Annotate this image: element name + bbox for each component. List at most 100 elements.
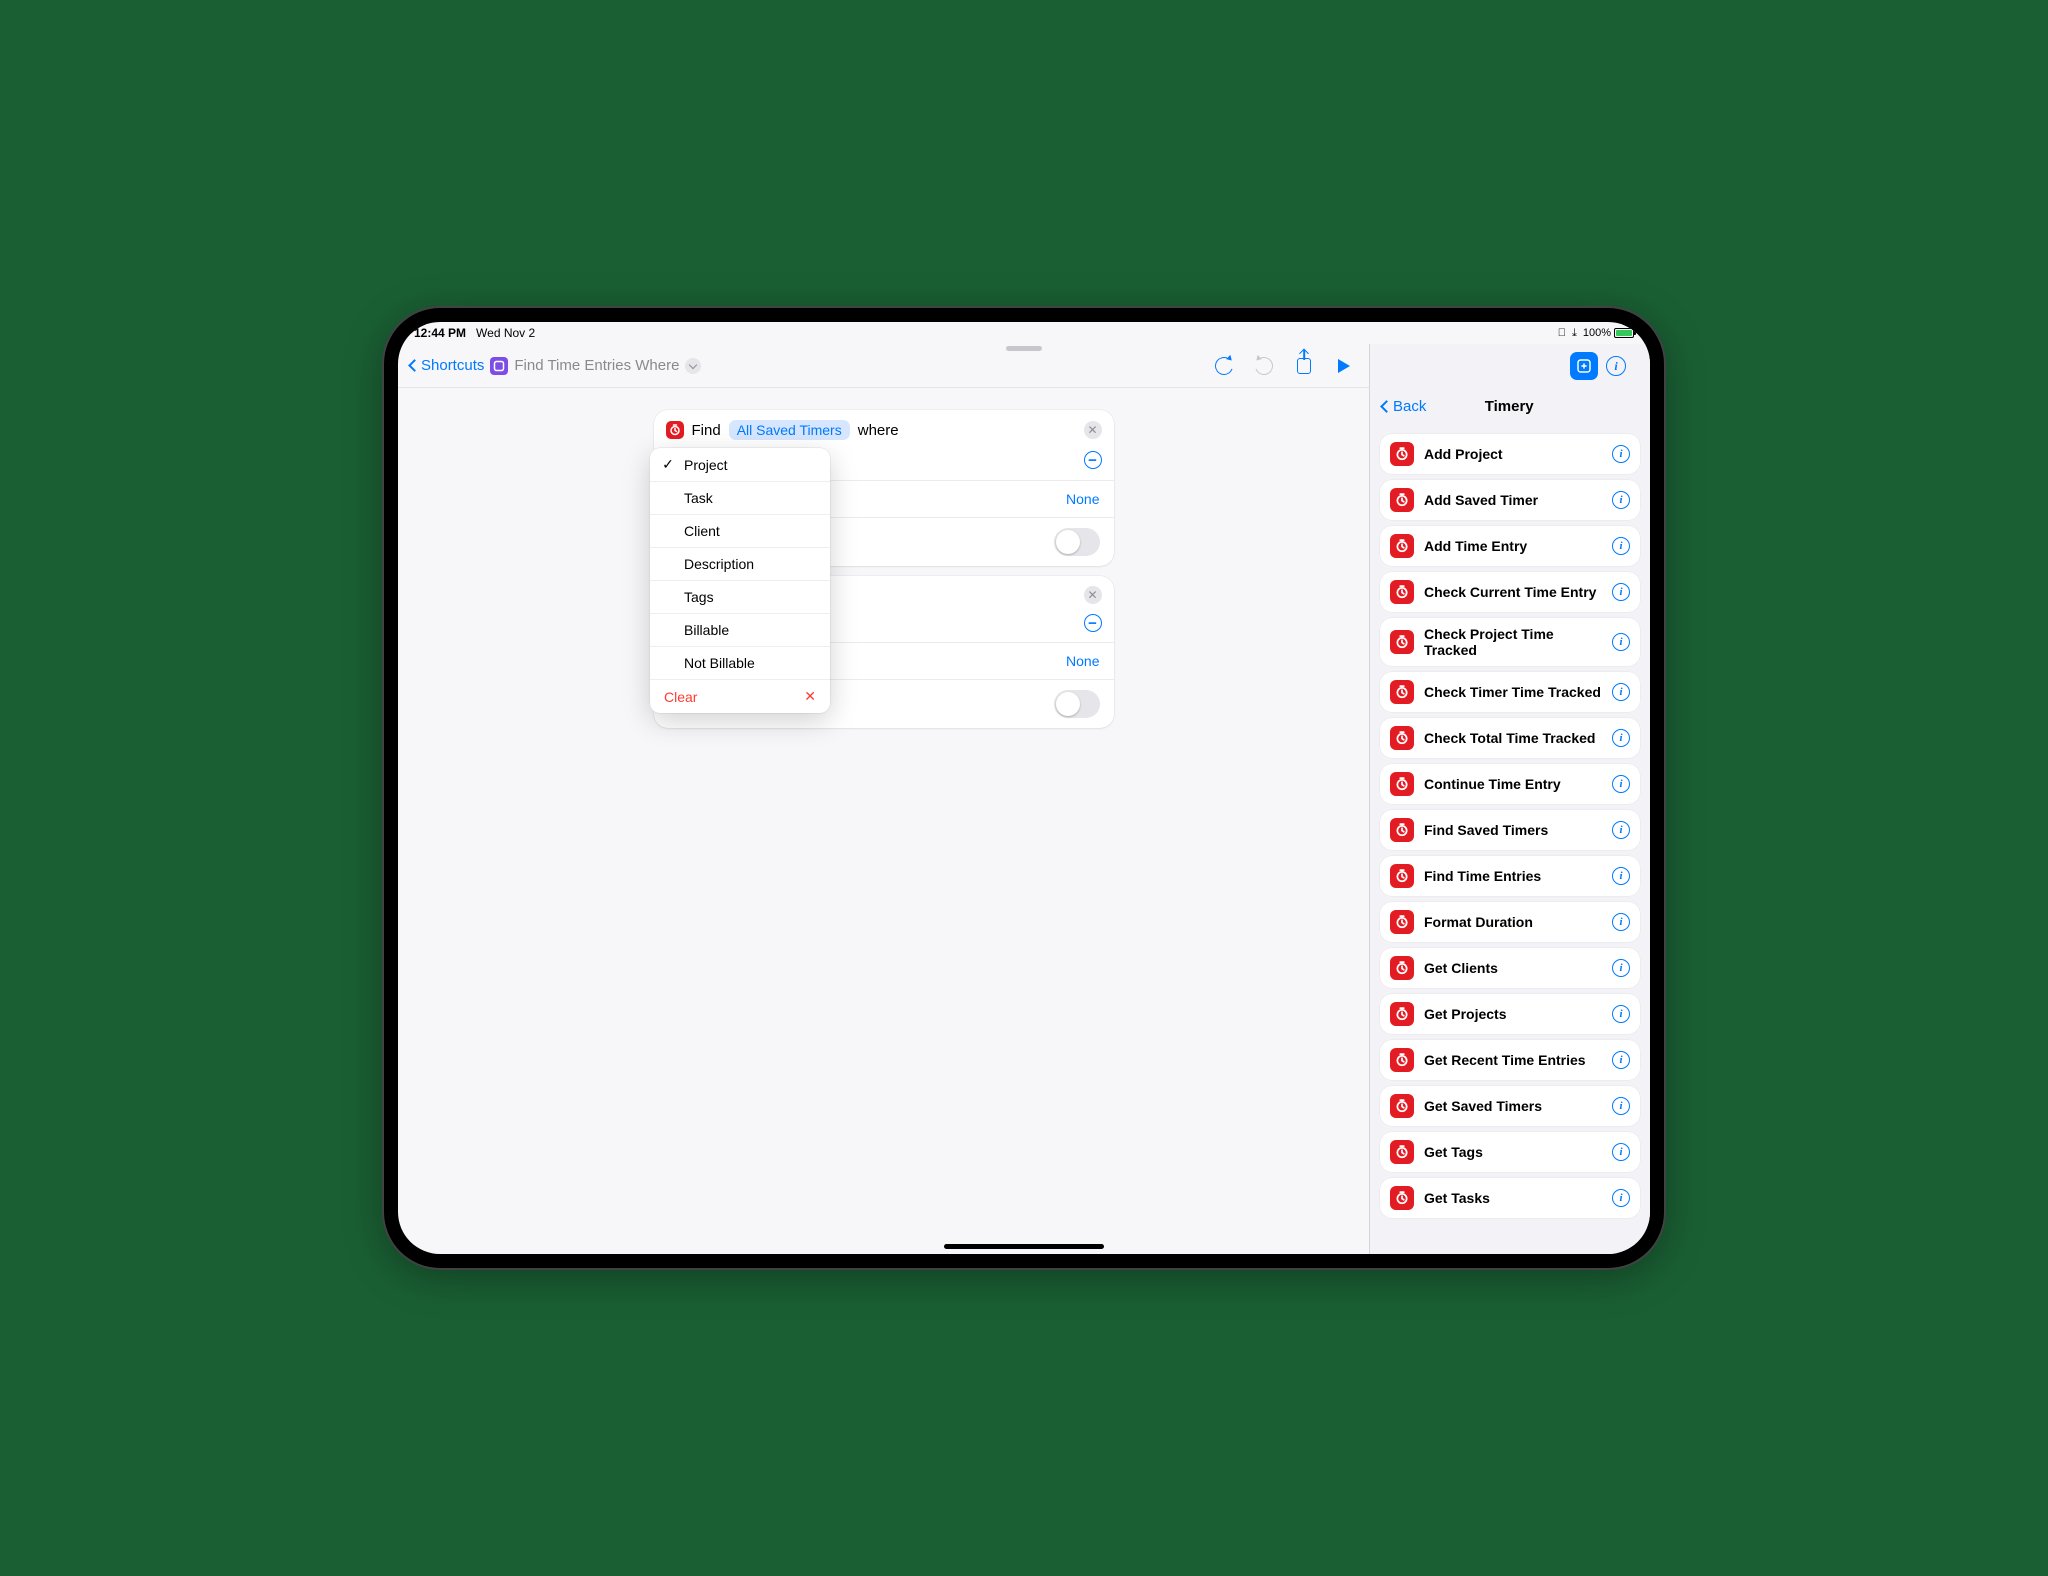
- run-button[interactable]: [1333, 355, 1355, 377]
- filter-subject-menu[interactable]: ✓ Project Task Client Description Tags Billabl…: [650, 448, 830, 713]
- sidebar-action[interactable]: Get Tagsi: [1380, 1132, 1640, 1172]
- sidebar-action[interactable]: Continue Time Entry i: [1380, 764, 1640, 804]
- action-info-button[interactable]: i: [1612, 491, 1630, 509]
- sidebar-action[interactable]: Check Timer Time Tracked i: [1380, 672, 1640, 712]
- menu-item[interactable]: Not Billable: [650, 646, 830, 679]
- chevron-down-icon: [685, 358, 701, 374]
- sidebar-action-label: Add Project: [1424, 446, 1602, 462]
- sidebar-action[interactable]: Add Project i: [1380, 434, 1640, 474]
- sidebar-action-label: Get Projects: [1424, 1006, 1602, 1022]
- sidebar-action-label: Continue Time Entry: [1424, 776, 1602, 792]
- back-button[interactable]: Shortcuts: [410, 357, 484, 374]
- remove-filter-button[interactable]: −: [1084, 614, 1102, 632]
- timery-icon: [1390, 1048, 1414, 1072]
- menu-item-label: Billable: [684, 622, 729, 638]
- multitask-pill[interactable]: [1006, 346, 1042, 351]
- remove-filter-button[interactable]: −: [1084, 451, 1102, 469]
- sidebar-action[interactable]: Get Projects i: [1380, 994, 1640, 1034]
- timery-icon: [1390, 442, 1414, 466]
- home-indicator[interactable]: [944, 1244, 1104, 1249]
- delete-action-button[interactable]: ✕: [1084, 586, 1102, 604]
- sidebar-action[interactable]: Add Saved Timer i: [1380, 480, 1640, 520]
- action-info-button[interactable]: i: [1612, 1189, 1630, 1207]
- sidebar-action-list[interactable]: Add ProjectiAdd Saved TimeriAdd Time Ent…: [1370, 424, 1650, 1254]
- sidebar-action-label: Get Saved Timers: [1424, 1098, 1602, 1114]
- action-info-button[interactable]: i: [1612, 683, 1630, 701]
- menu-clear[interactable]: Clear✕: [650, 679, 830, 713]
- action-info-button[interactable]: i: [1612, 821, 1630, 839]
- menu-item[interactable]: Description: [650, 547, 830, 580]
- sidebar-action[interactable]: Check Total Time Tracked i: [1380, 718, 1640, 758]
- timery-icon: [1390, 680, 1414, 704]
- action-info-button[interactable]: i: [1612, 729, 1630, 747]
- action-info-button[interactable]: i: [1612, 913, 1630, 931]
- check-icon: ✓: [662, 456, 674, 473]
- info-button[interactable]: i: [1606, 356, 1626, 376]
- menu-item-label: Project: [684, 457, 728, 473]
- timery-icon: [1390, 818, 1414, 842]
- sort-value[interactable]: None: [1066, 653, 1099, 669]
- undo-button[interactable]: [1213, 355, 1235, 377]
- limit-toggle[interactable]: [1054, 690, 1100, 718]
- sidebar-action[interactable]: Get Clientsi: [1380, 948, 1640, 988]
- sort-value[interactable]: None: [1066, 491, 1099, 507]
- action-info-button[interactable]: i: [1612, 775, 1630, 793]
- sidebar-action-label: Get Recent Time Entries: [1424, 1052, 1602, 1068]
- menu-item[interactable]: Task: [650, 481, 830, 514]
- sidebar-action-label: Check Total Time Tracked: [1424, 730, 1602, 746]
- sidebar-action[interactable]: Get Recent Time Entries i: [1380, 1040, 1640, 1080]
- menu-item-label: Tags: [684, 589, 714, 605]
- action-info-button[interactable]: i: [1612, 867, 1630, 885]
- sidebar-action[interactable]: Get Tasksi: [1380, 1178, 1640, 1218]
- menu-item-label: Task: [684, 490, 713, 506]
- shortcut-title[interactable]: Find Time Entries Where: [490, 357, 701, 375]
- limit-toggle[interactable]: [1054, 528, 1100, 556]
- sidebar-title: Timery: [1380, 398, 1638, 415]
- editor-pane: Shortcuts Find Time Entries Where: [398, 344, 1370, 1254]
- menu-item-label: Client: [684, 523, 720, 539]
- menu-clear-label: Clear: [664, 689, 697, 705]
- menu-item[interactable]: Tags: [650, 580, 830, 613]
- sidebar-action[interactable]: Add Time Entry i: [1380, 526, 1640, 566]
- action-info-button[interactable]: i: [1612, 537, 1630, 555]
- action-info-button[interactable]: i: [1612, 1143, 1630, 1161]
- chevron-left-icon: [408, 359, 421, 372]
- sidebar-action-label: Add Saved Timer: [1424, 492, 1602, 508]
- action-info-button[interactable]: i: [1612, 633, 1630, 651]
- sidebar-action-label: Check Timer Time Tracked: [1424, 684, 1602, 700]
- sidebar-action[interactable]: Find Time Entries i: [1380, 856, 1640, 896]
- sidebar-action[interactable]: Format Durationi: [1380, 902, 1640, 942]
- timery-icon: [1390, 534, 1414, 558]
- sidebar-action[interactable]: Get Saved Timers i: [1380, 1086, 1640, 1126]
- timery-icon: [1390, 910, 1414, 934]
- back-label: Shortcuts: [421, 357, 484, 374]
- battery-indicator: 100%: [1583, 327, 1634, 339]
- timery-icon: [1390, 956, 1414, 980]
- action-info-button[interactable]: i: [1612, 1051, 1630, 1069]
- action-verb: Find: [692, 422, 721, 439]
- menu-item[interactable]: Client: [650, 514, 830, 547]
- action-info-button[interactable]: i: [1612, 583, 1630, 601]
- share-button[interactable]: [1293, 355, 1315, 377]
- scope-chip[interactable]: All Saved Timers: [729, 420, 850, 440]
- add-action-button[interactable]: [1570, 352, 1598, 380]
- timery-icon: [1390, 580, 1414, 604]
- action-info-button[interactable]: i: [1612, 445, 1630, 463]
- sidebar-header: i: [1370, 344, 1650, 388]
- sidebar-action-label: Find Saved Timers: [1424, 822, 1602, 838]
- menu-item[interactable]: ✓ Project: [650, 448, 830, 481]
- sidebar-action-label: Find Time Entries: [1424, 868, 1602, 884]
- delete-action-button[interactable]: ✕: [1084, 421, 1102, 439]
- menu-item[interactable]: Billable: [650, 613, 830, 646]
- menu-item-label: Not Billable: [684, 655, 755, 671]
- action-info-button[interactable]: i: [1612, 1097, 1630, 1115]
- editor-canvas[interactable]: Find All Saved Timers where ✕ Project is…: [398, 388, 1369, 1254]
- timery-icon: [1390, 630, 1414, 654]
- sidebar-nav: Back Timery: [1370, 388, 1650, 424]
- sidebar-action[interactable]: Check Project Time Trackedi: [1380, 618, 1640, 666]
- sidebar-action[interactable]: Find Saved Timers i: [1380, 810, 1640, 850]
- sidebar-action-label: Add Time Entry: [1424, 538, 1602, 554]
- action-info-button[interactable]: i: [1612, 959, 1630, 977]
- action-info-button[interactable]: i: [1612, 1005, 1630, 1023]
- sidebar-action[interactable]: Check Current Time Entryi: [1380, 572, 1640, 612]
